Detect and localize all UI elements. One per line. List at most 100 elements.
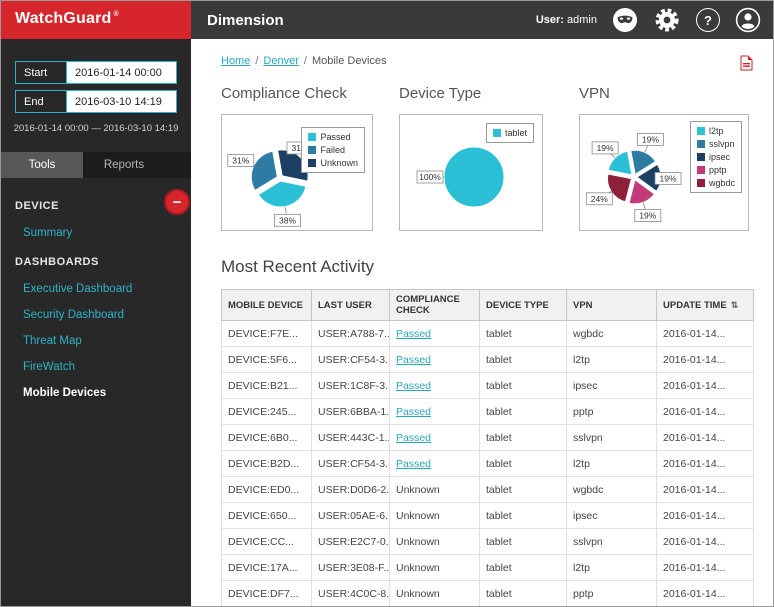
date-range-text: 2016-01-14 00:00 — 2016-03-10 14:19 <box>1 123 191 134</box>
column-label: VPN <box>573 300 593 311</box>
cell-mobile-device: DEVICE:245... <box>222 399 312 425</box>
cell-mobile-device: DEVICE:F7E... <box>222 321 312 347</box>
column-header-mobile-device[interactable]: MOBILE DEVICE <box>222 290 312 321</box>
column-header-update-time[interactable]: UPDATE TIME⇅ <box>657 290 754 321</box>
mask-icon[interactable] <box>612 7 638 33</box>
column-header-device-type[interactable]: DEVICE TYPE <box>480 290 567 321</box>
compliance-passed-link[interactable]: Passed <box>396 380 431 392</box>
cell-compliance-check: Passed <box>390 425 480 451</box>
cell-vpn: sslvpn <box>567 425 657 451</box>
cell-update-time: 2016-01-14... <box>657 425 754 451</box>
legend-label: wgbdc <box>709 178 735 188</box>
help-icon[interactable]: ? <box>696 8 720 32</box>
cell-mobile-device: DEVICE:CC... <box>222 529 312 555</box>
cell-last-user: USER:1C8F-3... <box>312 373 390 399</box>
cell-vpn: l2tp <box>567 451 657 477</box>
sidebar-tabs: ToolsReports <box>1 152 191 178</box>
sidebar-item-threat-map[interactable]: Threat Map <box>1 328 191 354</box>
end-date-row: End 2016-03-10 14:19 <box>15 90 177 113</box>
legend-swatch <box>697 179 705 187</box>
cell-compliance-check: Passed <box>390 373 480 399</box>
cell-vpn: pptp <box>567 399 657 425</box>
breadcrumb-home-link[interactable]: Home <box>221 55 250 67</box>
legend-label: Failed <box>320 145 345 155</box>
cell-device-type: tablet <box>480 555 567 581</box>
column-header-last-user[interactable]: LAST USER <box>312 290 390 321</box>
legend-item-sslvpn: sslvpn <box>697 139 735 149</box>
cell-mobile-device: DEVICE:5F6... <box>222 347 312 373</box>
sidebar: Start 2016-01-14 00:00 End 2016-03-10 14… <box>1 39 191 607</box>
compliance-passed-link[interactable]: Passed <box>396 406 431 418</box>
cell-last-user: USER:05AE-6... <box>312 503 390 529</box>
legend-label: ipsec <box>709 152 730 162</box>
table-row: DEVICE:5F6...USER:CF54-3...Passedtabletl… <box>222 347 754 373</box>
cell-update-time: 2016-01-14... <box>657 581 754 607</box>
table-row: DEVICE:CC...USER:E2C7-0...Unknowntablets… <box>222 529 754 555</box>
cell-compliance-check: Passed <box>390 399 480 425</box>
compliance-passed-link[interactable]: Passed <box>396 458 431 470</box>
end-date-input[interactable]: 2016-03-10 14:19 <box>67 90 177 113</box>
compliance-passed-link[interactable]: Passed <box>396 432 431 444</box>
sidebar-item-security-dashboard[interactable]: Security Dashboard <box>1 302 191 328</box>
sort-icon[interactable]: ⇅ <box>731 300 739 310</box>
cell-device-type: tablet <box>480 477 567 503</box>
main-content: Home/Denver/Mobile Devices Compliance Ch… <box>191 39 774 607</box>
cell-device-type: tablet <box>480 373 567 399</box>
tab-reports[interactable]: Reports <box>83 152 165 178</box>
table-row: DEVICE:ED0...USER:D0D6-2...Unknowntablet… <box>222 477 754 503</box>
sidebar-item-summary[interactable]: Summary <box>1 220 191 246</box>
vpn-panel: VPN 19%19%19%19%24% l2tpsslvpnipsecpptpw… <box>579 85 749 231</box>
sidebar-nav: DEVICESummaryDASHBOARDSExecutive Dashboa… <box>1 190 191 406</box>
pdf-export-icon[interactable] <box>740 55 753 71</box>
column-label: DEVICE TYPE <box>486 300 549 311</box>
compliance-check-panel: Compliance Check 38%31%31% PassedFailedU… <box>221 85 373 231</box>
svg-text:19%: 19% <box>639 211 656 221</box>
breadcrumb-denver-link[interactable]: Denver <box>263 55 298 67</box>
settings-gear-icon[interactable] <box>653 6 681 34</box>
column-header-vpn[interactable]: VPN <box>567 290 657 321</box>
sidebar-section-title-dashboards: DASHBOARDS <box>1 246 191 276</box>
cell-last-user: USER:E2C7-0... <box>312 529 390 555</box>
cell-last-user: USER:CF54-3... <box>312 451 390 477</box>
cell-vpn: wgbdc <box>567 477 657 503</box>
cell-last-user: USER:3E08-F... <box>312 555 390 581</box>
compliance-passed-link[interactable]: Passed <box>396 354 431 366</box>
compliance-passed-link[interactable]: Passed <box>396 328 431 340</box>
legend-item-ipsec: ipsec <box>697 152 735 162</box>
cell-device-type: tablet <box>480 529 567 555</box>
activity-section-title: Most Recent Activity <box>221 257 753 277</box>
activity-table-header: MOBILE DEVICELAST USERCOMPLIANCE CHECK DE… <box>222 290 754 321</box>
cell-mobile-device: DEVICE:DF7... <box>222 581 312 607</box>
account-icon[interactable] <box>735 7 761 33</box>
cell-last-user: USER:CF54-3... <box>312 347 390 373</box>
compliance-legend: PassedFailedUnknown <box>301 127 365 173</box>
sidebar-item-mobile-devices[interactable]: Mobile Devices <box>1 380 191 406</box>
cell-device-type: tablet <box>480 503 567 529</box>
cell-vpn: l2tp <box>567 347 657 373</box>
start-date-input[interactable]: 2016-01-14 00:00 <box>67 61 177 84</box>
cell-vpn: pptp <box>567 581 657 607</box>
column-header-compliance-check[interactable]: COMPLIANCE CHECK <box>390 290 480 321</box>
cell-device-type: tablet <box>480 399 567 425</box>
collapse-device-section-button[interactable]: − <box>164 189 190 215</box>
legend-swatch <box>308 146 316 154</box>
table-row: DEVICE:6B0...USER:443C-1...Passedtablets… <box>222 425 754 451</box>
sidebar-item-executive-dashboard[interactable]: Executive Dashboard <box>1 276 191 302</box>
cell-device-type: tablet <box>480 451 567 477</box>
start-date-label: Start <box>15 61 67 84</box>
sidebar-item-firewatch[interactable]: FireWatch <box>1 354 191 380</box>
cell-update-time: 2016-01-14... <box>657 321 754 347</box>
cell-vpn: ipsec <box>567 373 657 399</box>
cell-update-time: 2016-01-14... <box>657 451 754 477</box>
cell-update-time: 2016-01-14... <box>657 529 754 555</box>
cell-update-time: 2016-01-14... <box>657 503 754 529</box>
top-bar-right: User: admin ? <box>536 6 773 34</box>
tab-tools[interactable]: Tools <box>1 152 83 178</box>
cell-vpn: l2tp <box>567 555 657 581</box>
brand-text: WatchGuard <box>15 10 112 28</box>
device-type-legend: tablet <box>486 123 534 143</box>
cell-mobile-device: DEVICE:17A... <box>222 555 312 581</box>
legend-label: l2tp <box>709 126 724 136</box>
app-window: WatchGuard® Dimension User: admin ? <box>0 0 774 607</box>
legend-item-failed: Failed <box>308 145 358 155</box>
